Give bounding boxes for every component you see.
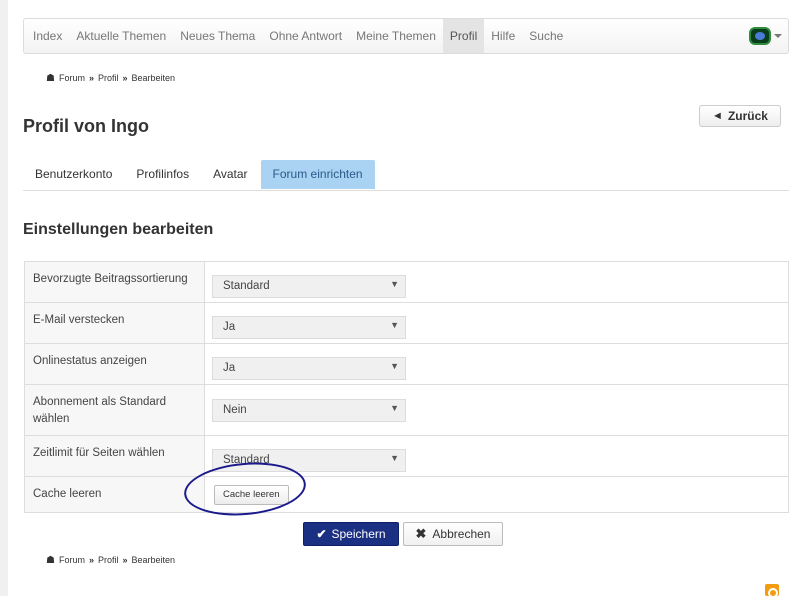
rss-icon[interactable] xyxy=(765,584,779,596)
nav-menu: Index Aktuelle Themen Neues Thema Ohne A… xyxy=(26,19,570,53)
chevron-down-icon[interactable] xyxy=(774,34,782,38)
settings-row: Cache leeren Cache leeren xyxy=(25,476,788,512)
setting-value-cell: Nein ▼ xyxy=(205,385,788,435)
back-button-label: Zurück xyxy=(727,109,768,123)
select-value: Standard xyxy=(223,280,270,292)
cancel-button-label: Abbrechen xyxy=(432,527,491,541)
dropdown-arrow-icon: ▼ xyxy=(390,319,399,330)
breadcrumb-bearbeiten[interactable]: Bearbeiten xyxy=(132,555,176,565)
setting-value-cell: Ja ▼ xyxy=(205,344,788,384)
online-status-select[interactable]: Ja ▼ xyxy=(212,356,406,380)
section-title: Einstellungen bearbeiten xyxy=(23,221,214,238)
close-icon: ✖ xyxy=(415,526,427,541)
setting-label: E-Mail verstecken xyxy=(25,303,205,343)
home-icon[interactable]: ☗ xyxy=(46,555,55,566)
sort-order-select[interactable]: Standard ▼ xyxy=(212,274,406,298)
setting-label: Bevorzugte Beitragssortierung xyxy=(25,262,205,302)
dropdown-arrow-icon: ▼ xyxy=(390,278,399,289)
tab-forum-einrichten[interactable]: Forum einrichten xyxy=(260,160,375,189)
back-button[interactable]: ◄ Zurück xyxy=(699,105,781,127)
breadcrumb-forum[interactable]: Forum xyxy=(59,73,85,83)
page-time-limit-select[interactable]: Standard ▼ xyxy=(212,448,406,472)
settings-row: Bevorzugte Beitragssortierung Standard ▼ xyxy=(25,262,788,302)
setting-value-cell: Cache leeren xyxy=(205,477,788,512)
nav-item-aktuelle-themen[interactable]: Aktuelle Themen xyxy=(69,19,173,53)
nav-item-neues-thema[interactable]: Neues Thema xyxy=(173,19,262,53)
top-navbar: Index Aktuelle Themen Neues Thema Ohne A… xyxy=(23,18,789,54)
double-chevron-right-icon: » xyxy=(88,73,94,83)
double-chevron-right-icon: » xyxy=(122,555,128,565)
cancel-button[interactable]: ✖ Abbrechen xyxy=(403,522,503,546)
settings-table: Bevorzugte Beitragssortierung Standard ▼… xyxy=(24,261,789,513)
setting-label: Onlinestatus anzeigen xyxy=(25,344,205,384)
dropdown-arrow-icon: ▼ xyxy=(390,402,399,413)
save-button[interactable]: ✔ Speichern xyxy=(303,522,399,546)
nav-item-suche[interactable]: Suche xyxy=(522,19,570,53)
setting-value-cell: Ja ▼ xyxy=(205,303,788,343)
settings-row: Abonnement als Standard wählen Nein ▼ xyxy=(25,384,788,435)
settings-row: E-Mail verstecken Ja ▼ xyxy=(25,302,788,343)
nav-item-hilfe[interactable]: Hilfe xyxy=(484,19,522,53)
profile-tabs: Benutzerkonto Profilinfos Avatar Forum e… xyxy=(23,160,789,191)
tab-benutzerkonto[interactable]: Benutzerkonto xyxy=(23,160,124,189)
select-value: Ja xyxy=(223,321,236,333)
subscription-default-select[interactable]: Nein ▼ xyxy=(212,398,406,422)
check-icon: ✔ xyxy=(316,527,327,541)
select-value: Nein xyxy=(223,404,247,416)
dropdown-arrow-icon: ▼ xyxy=(390,452,399,463)
hide-email-select[interactable]: Ja ▼ xyxy=(212,315,406,339)
user-avatar-icon[interactable] xyxy=(749,27,771,45)
select-value: Standard xyxy=(223,454,270,466)
breadcrumb-forum[interactable]: Forum xyxy=(59,555,85,565)
nav-item-ohne-antwort[interactable]: Ohne Antwort xyxy=(262,19,349,53)
breadcrumb-bearbeiten[interactable]: Bearbeiten xyxy=(132,73,176,83)
double-chevron-right-icon: » xyxy=(122,73,128,83)
setting-label: Zeitlimit für Seiten wählen xyxy=(25,436,205,476)
setting-label: Abonnement als Standard wählen xyxy=(25,385,205,435)
breadcrumb-profil[interactable]: Profil xyxy=(98,555,119,565)
setting-value-cell: Standard ▼ xyxy=(205,262,788,302)
breadcrumb-bottom: ☗ Forum » Profil » Bearbeiten xyxy=(46,553,175,567)
settings-row: Zeitlimit für Seiten wählen Standard ▼ xyxy=(25,435,788,476)
breadcrumb-profil[interactable]: Profil xyxy=(98,73,119,83)
clear-cache-button[interactable]: Cache leeren xyxy=(214,484,289,505)
breadcrumb: ☗ Forum » Profil » Bearbeiten xyxy=(46,71,175,85)
home-icon[interactable]: ☗ xyxy=(46,73,55,84)
page-title: Profil von Ingo xyxy=(23,116,149,136)
page: Index Aktuelle Themen Neues Thema Ohne A… xyxy=(8,0,800,596)
dropdown-arrow-icon: ▼ xyxy=(390,360,399,371)
back-arrow-icon: ◄ xyxy=(712,110,723,122)
select-value: Ja xyxy=(223,362,236,374)
save-button-label: Speichern xyxy=(331,527,386,541)
tab-avatar[interactable]: Avatar xyxy=(201,160,259,189)
nav-item-profil[interactable]: Profil xyxy=(442,19,485,53)
nav-item-index[interactable]: Index xyxy=(26,19,69,53)
double-chevron-right-icon: » xyxy=(88,555,94,565)
tab-profilinfos[interactable]: Profilinfos xyxy=(124,160,201,189)
nav-item-meine-themen[interactable]: Meine Themen xyxy=(349,19,443,53)
setting-label: Cache leeren xyxy=(25,477,205,512)
user-menu[interactable] xyxy=(749,26,782,46)
settings-row: Onlinestatus anzeigen Ja ▼ xyxy=(25,343,788,384)
setting-value-cell: Standard ▼ xyxy=(205,436,788,476)
